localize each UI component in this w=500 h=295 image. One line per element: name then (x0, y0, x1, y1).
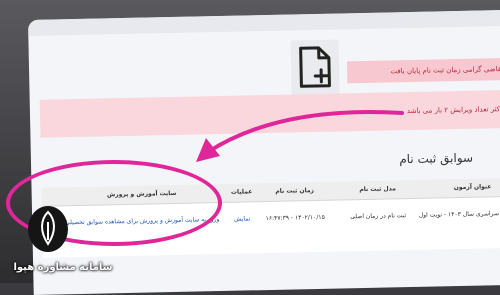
watermark-logo: سامانه مشاوره هپوا (4, 200, 114, 280)
logo-emblem (28, 206, 68, 252)
watermark-brand-text: سامانه مشاوره هپوا (13, 262, 113, 273)
